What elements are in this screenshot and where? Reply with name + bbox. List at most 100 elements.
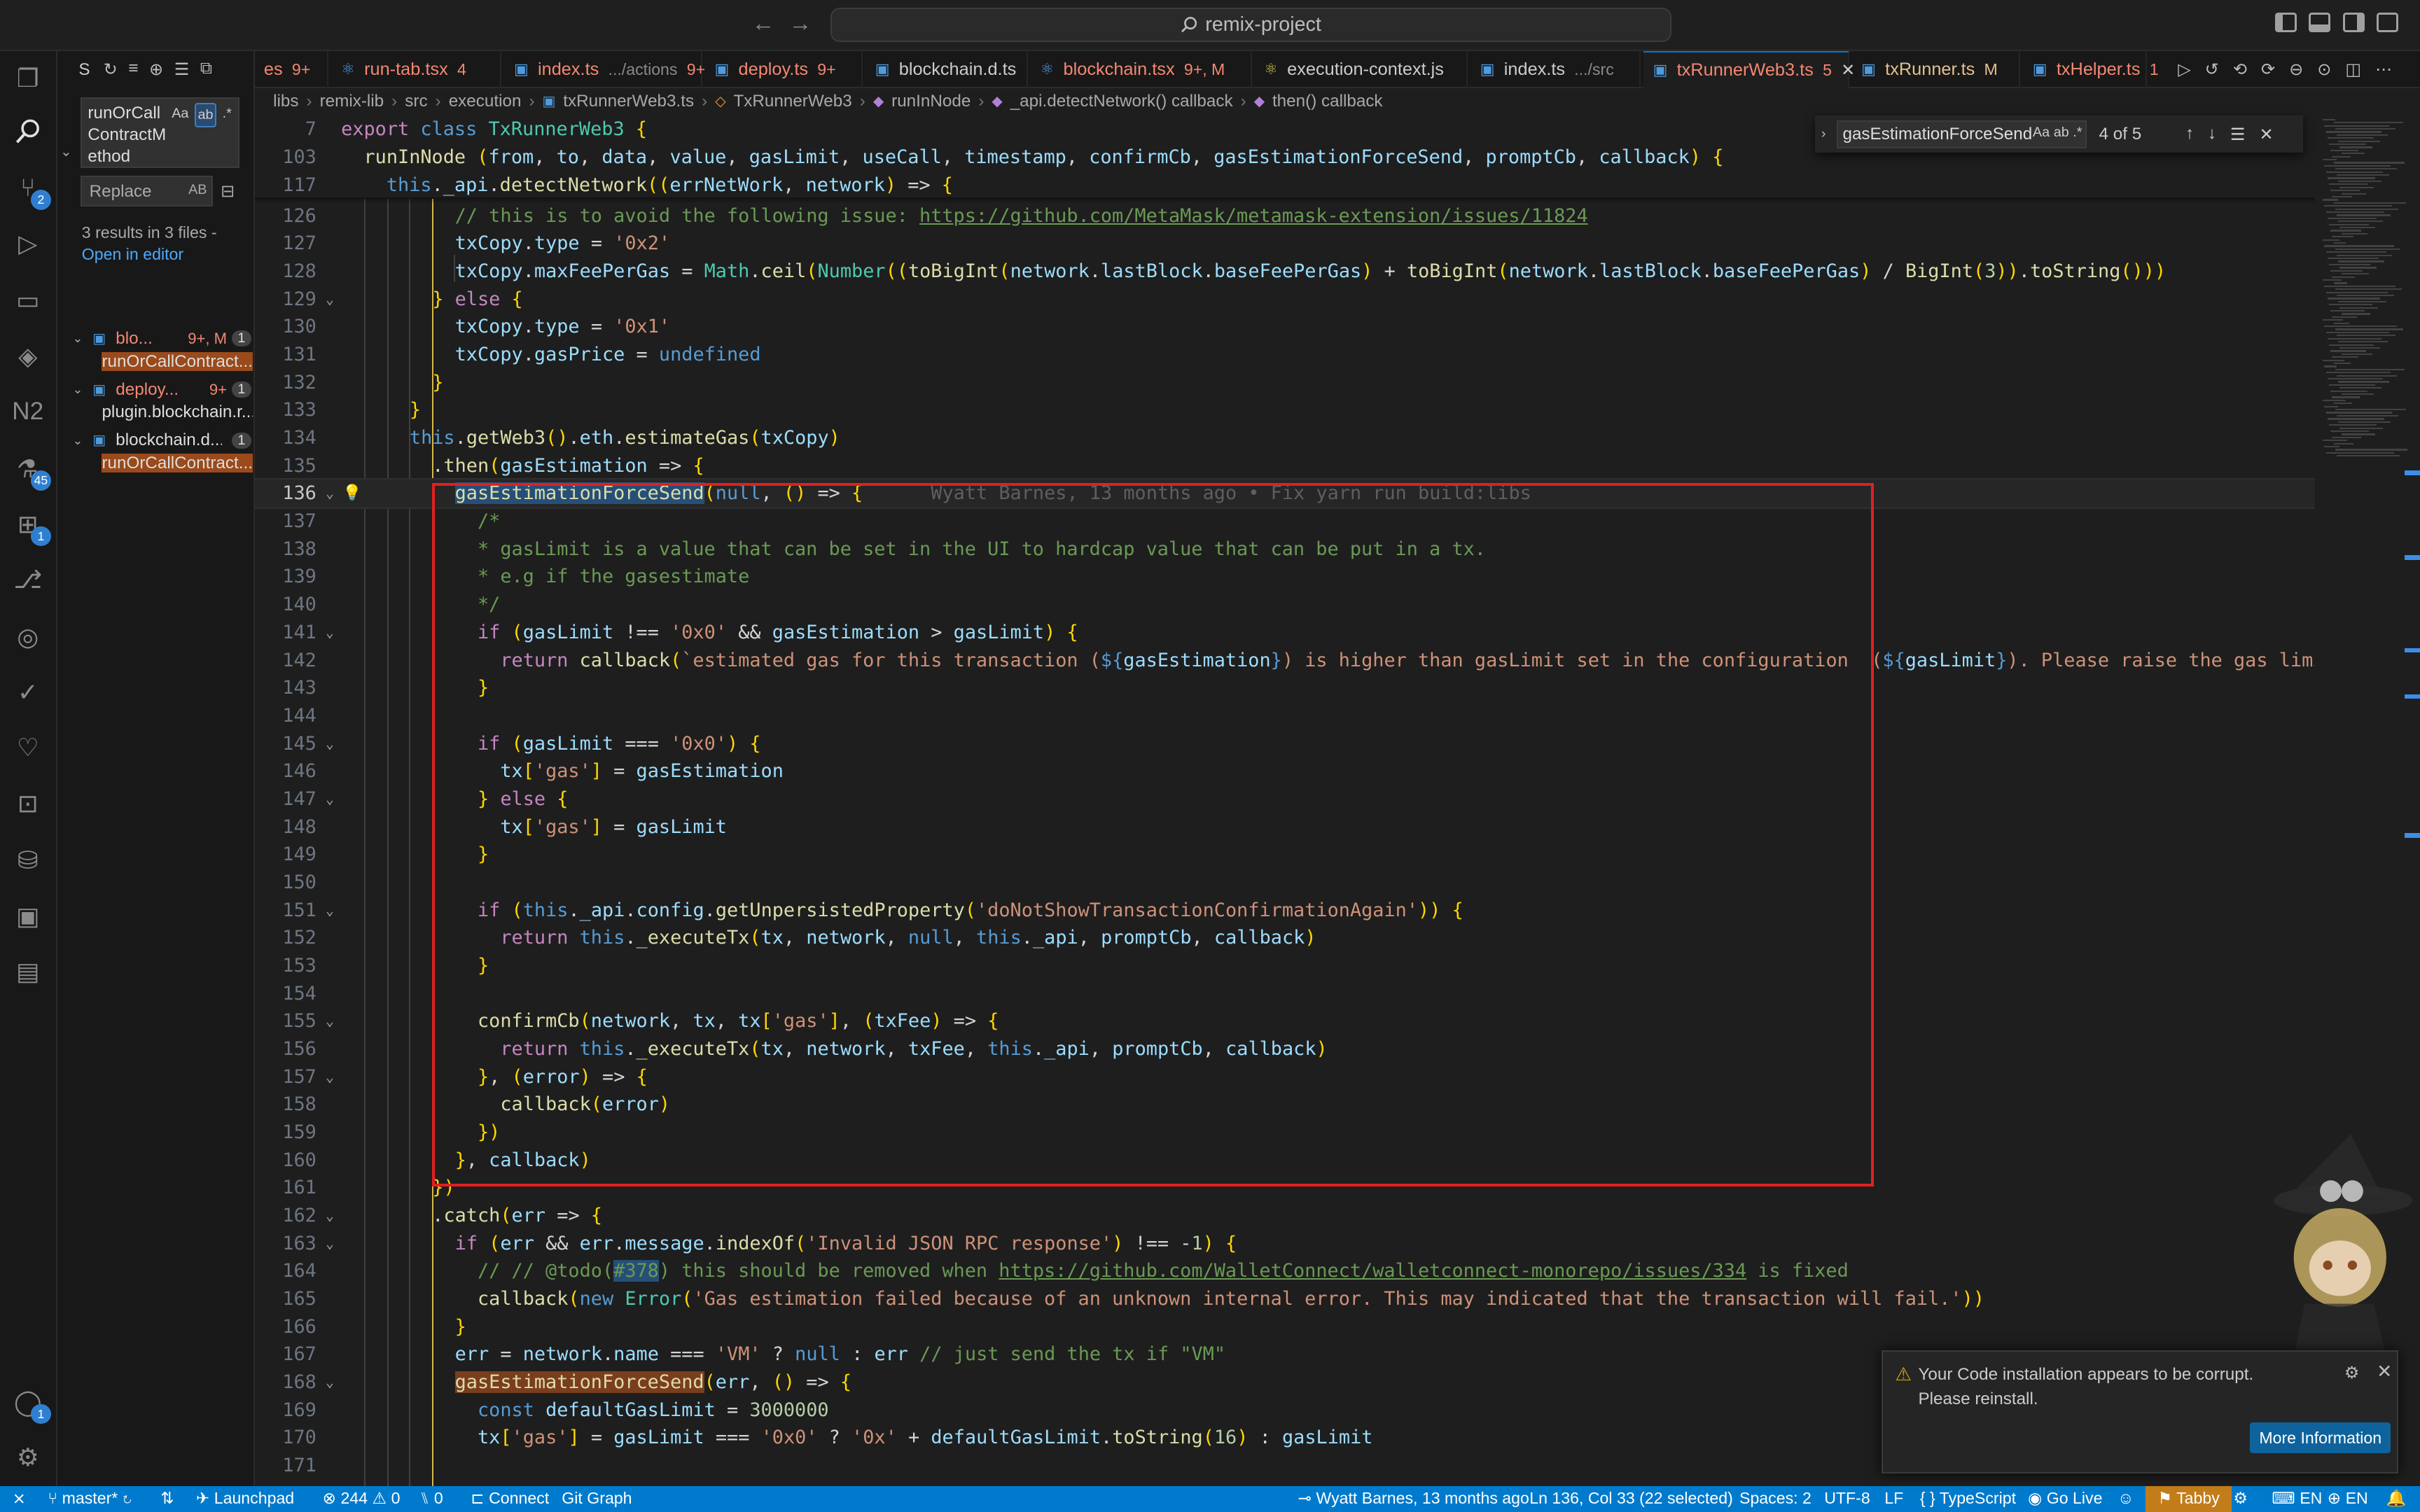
fold-chevron-icon[interactable]: ⌄ [326,1368,341,1396]
translate-icon[interactable]: ⊡ [9,785,46,822]
replace-input[interactable]: Replace AB [80,176,214,207]
code-line[interactable]: 131 txCopy.gasPrice = undefined [255,341,2315,369]
timeline-icon[interactable]: ✓ [9,674,46,711]
view-as-tree-icon[interactable]: ☰ [174,59,190,80]
editor-tab[interactable]: ⚛ execution-context.js [1255,50,1468,88]
breadcrumb-item[interactable]: _api.detectNetwork() callback [1010,92,1233,111]
editor-tab[interactable]: ⚛ run-tab.tsx 4 [332,50,502,88]
previous-match-icon[interactable]: ↑ [2185,124,2194,145]
code-line[interactable]: 166 } [255,1313,2315,1341]
toggle-sidebar-icon[interactable] [2274,12,2297,33]
customize-layout-icon[interactable] [2377,12,2399,33]
editor-tab[interactable]: ▣ index.ts .../src [1471,50,1641,88]
git-lens-icon[interactable]: ⊙ [2317,59,2331,80]
more-information-button[interactable]: More Information [2250,1422,2391,1454]
encoding-status[interactable]: UTF-8 [1824,1489,1870,1508]
code-line[interactable]: 130 txCopy.type = '0x1' [255,313,2315,341]
keyboard-layout-status[interactable]: ⊕ EN [2328,1489,2368,1508]
more-actions-icon[interactable]: ⋯ [2375,59,2392,80]
refresh-icon[interactable]: ↻ [104,59,118,80]
code-line[interactable]: 135 .then(gasEstimation => { [255,452,2315,480]
favorites-icon[interactable]: ♡ [9,730,46,767]
chat-icon[interactable]: ▭ [9,282,46,319]
editor-tab[interactable]: ⚛ blockchain.tsx 9+, M [1031,50,1252,88]
branch-status[interactable]: ⑂ master* ↻ [48,1489,132,1508]
toggle-panel-icon[interactable] [2309,12,2331,33]
connect-status[interactable]: ⊏ Connect [471,1489,549,1508]
breadcrumb-item[interactable]: txRunnerWeb3.ts [563,92,694,111]
code-line[interactable]: 163 ⌄ if (err && err.message.indexOf('Inv… [255,1230,2315,1258]
fold-chevron-icon[interactable]: ⌄ [326,897,341,925]
revert-icon[interactable]: ⟳ [2261,59,2275,80]
close-notification-icon[interactable]: ✕ [2377,1361,2392,1382]
match-case-toggle[interactable]: Aa [170,103,190,127]
copilot-icon[interactable]: ☺ [2118,1489,2134,1508]
notification-settings-icon[interactable]: ⚙ [2344,1362,2360,1383]
code-line[interactable]: 165 callback(new Error('Gas estimation f… [255,1285,2315,1313]
breadcrumb-item[interactable]: TxRunnerWeb3 [733,92,851,111]
next-match-icon[interactable]: ↓ [2208,124,2216,145]
database-icon[interactable]: ⛁ [9,842,46,879]
testing-icon[interactable]: ⚗ 45 [9,451,51,491]
git-graph-icon[interactable]: ⎇ [9,561,46,598]
search-result-match[interactable]: runOrCallContract... [99,351,253,377]
find-in-selection-icon[interactable]: ☰ [2230,124,2246,145]
split-editor-icon[interactable]: ◫ [2345,59,2361,80]
code-line[interactable]: 162 ⌄ .catch(err => { [255,1202,2315,1230]
breadcrumb-item[interactable]: runInNode [891,92,971,111]
code-line[interactable]: 164 // // @todo(#378) this should be rem… [255,1257,2315,1285]
replace-all-icon[interactable]: ⊟ [221,181,235,202]
code-line[interactable]: 133 } [255,396,2315,424]
n2-icon[interactable]: N2 [9,393,46,430]
code-line[interactable]: 134 this.getWeb3().eth.estimateGas(txCop… [255,424,2315,452]
search-result-file[interactable]: ⌄ ▣ blockchain.d... 1 [73,428,255,454]
sticky-scroll-line[interactable]: 117 this._api.detectNetwork((errNetWork,… [254,171,2316,200]
forward-arrow-icon[interactable]: → [788,10,812,37]
collapse-all-icon[interactable]: ⧉ [200,59,212,80]
broadcast-icon[interactable]: ⚙ [2233,1489,2248,1508]
editor-tab[interactable]: ▣ txRunnerWeb3.ts 5 ✕ [1643,50,1855,88]
editor-tab[interactable]: ▣ blockchain.d.ts [865,50,1028,88]
history-icon[interactable]: ↺ [2205,59,2219,80]
match-whole-word-toggle[interactable]: ab [195,103,216,128]
fold-chevron-icon[interactable]: ⌄ [326,286,341,314]
fold-chevron-icon[interactable]: ⌄ [326,1202,341,1230]
tabby-status[interactable]: ⚑ Tabby [2145,1485,2232,1512]
fold-chevron-icon[interactable]: ⌄ [326,1063,341,1091]
back-arrow-icon[interactable]: ← [751,10,774,37]
run-icon[interactable]: ▷ [2178,59,2191,80]
search-result-file[interactable]: ⌄ ▣ deploy... 9+ 1 [73,377,255,402]
input-language-status[interactable]: ⌨ EN [2272,1489,2322,1508]
folder-icon[interactable]: ▤ [9,953,46,990]
sync-icon[interactable]: ⇅ [160,1489,174,1508]
editor-tab[interactable]: ▣ txHelper.ts 1 [2024,50,2159,88]
go-live-status[interactable]: ◉ Go Live [2028,1489,2102,1508]
fold-chevron-icon[interactable]: ⌄ [326,479,341,507]
find-regex[interactable]: .* [2073,125,2082,140]
command-center[interactable]: remix-project [830,8,1672,42]
regex-toggle[interactable]: .* [221,103,233,127]
lightbulb-icon[interactable]: 💡 [342,479,361,507]
blame-status[interactable]: ⊸ Wyatt Barnes, 13 months ago [1298,1489,1529,1508]
fold-chevron-icon[interactable]: ⌄ [326,785,341,813]
remote-explorer-icon[interactable]: ◎ [9,619,46,656]
accounts-icon[interactable]: ◯ 1 [9,1384,51,1424]
run-debug-icon[interactable]: ▷ [9,225,46,262]
editor-tab[interactable]: es 9+ [255,50,329,88]
search-view-icon[interactable] [9,113,46,150]
eol-status[interactable]: LF [1884,1489,1903,1508]
code-line[interactable]: 127 txCopy.type = '0x2' [255,230,2315,258]
launchpad-status[interactable]: ✈ Launchpad [196,1489,294,1508]
breadcrumb-item[interactable]: then() callback [1272,92,1383,111]
toggle-replace-icon[interactable]: › [1821,126,1826,142]
breadcrumb-item[interactable]: src [405,92,427,111]
indentation-status[interactable]: Spaces: 2 [1739,1489,1811,1508]
search-result-match[interactable]: plugin.blockchain.r... [99,402,253,427]
circle-arrow-icon[interactable]: ⊖ [2289,59,2303,80]
find-whole-word[interactable]: ab [2054,125,2069,140]
breadcrumb-item[interactable]: libs [273,92,298,111]
settings-gear-icon[interactable]: ⚙ [9,1439,46,1476]
code-line[interactable]: 132 } [255,369,2315,397]
search-result-file[interactable]: ⌄ ▣ blo... 9+, M1 [73,326,255,351]
close-find-icon[interactable]: ✕ [2259,124,2273,145]
